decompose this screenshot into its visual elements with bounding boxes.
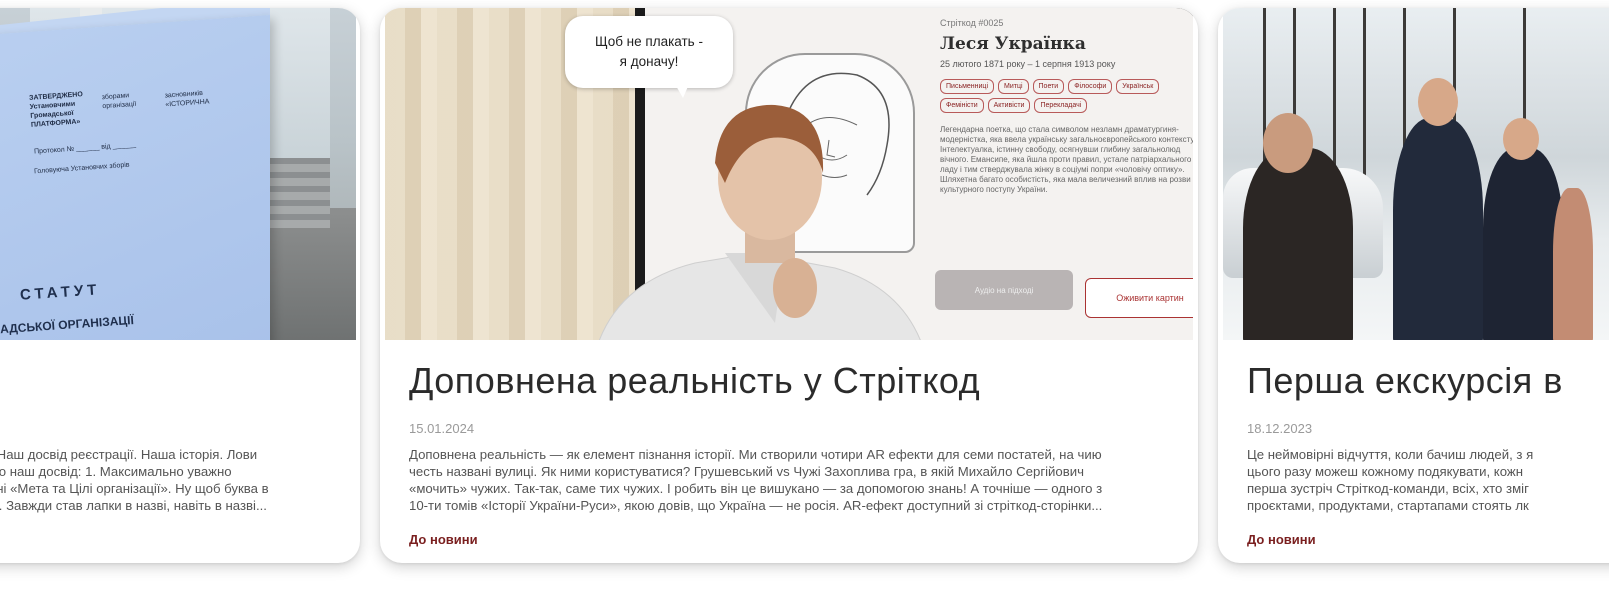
news-card[interactable]: Перша екскурсія в 18.12.2023 Це неймовір… [1218, 8, 1609, 563]
news-card[interactable]: ЗАТВЕРДЖЕНО Установчими Громадської ПЛАТ… [0, 8, 360, 563]
news-excerpt: Це неймовірні відчуття, коли бачиш людей… [1247, 447, 1534, 513]
news-card[interactable]: Стріткод #0025 Леся Українка 25 лютого 1… [380, 8, 1198, 563]
speech-bubble: Щоб не плакать - я доначу! [565, 16, 733, 88]
news-image[interactable]: Стріткод #0025 Леся Українка 25 лютого 1… [385, 8, 1193, 340]
news-image[interactable]: ЗАТВЕРДЖЕНО Установчими Громадської ПЛАТ… [0, 8, 356, 340]
news-carousel: ЗАТВЕРДЖЕНО Установчими Громадської ПЛАТ… [0, 0, 1609, 592]
news-title[interactable]: Доповнена реальність у Стріткод [409, 360, 980, 402]
news-title[interactable]: Перша екскурсія в [1247, 360, 1563, 402]
doc-col3: засновників «ІСТОРИЧНА [164, 89, 210, 109]
ar-info-panel: Стріткод #0025 Леся Українка 25 лютого 1… [940, 18, 1193, 194]
audio-button: Аудіо на підході [935, 270, 1073, 310]
news-excerpt: ріти? Наш досвід реєстрації. Наша історі… [0, 447, 269, 513]
doc-header: ЗАТВЕРДЖЕНО Установчими Громадської ПЛАТ… [28, 91, 84, 129]
ar-character [598, 104, 921, 340]
news-image[interactable] [1223, 8, 1609, 340]
news-date: 15.01.2024 [409, 421, 475, 436]
read-more-link[interactable]: До новини [409, 532, 478, 547]
news-excerpt: Доповнена реальність — як елемент пізнан… [409, 447, 1103, 513]
news-date: 18.12.2023 [1247, 421, 1313, 436]
revive-button: Оживити картин [1085, 278, 1193, 318]
doc-col2: зборами організації [101, 92, 137, 111]
read-more-link[interactable]: До новини [1247, 532, 1316, 547]
